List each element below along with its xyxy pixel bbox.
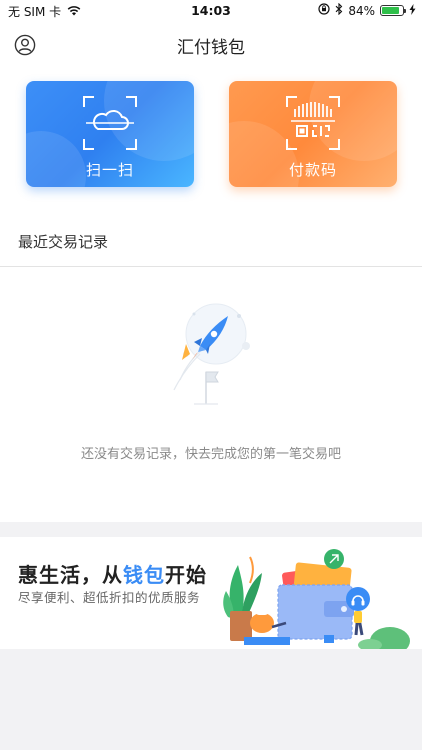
battery-percent: 84%: [348, 3, 375, 18]
scan-label: 扫一扫: [85, 161, 134, 179]
status-bar: 无 SIM 卡 14:03 84%: [0, 0, 422, 22]
nav-bar: 汇付钱包: [0, 22, 422, 66]
scan-cloud-icon: [82, 95, 138, 151]
status-right: 84%: [318, 2, 416, 18]
pay-code-button[interactable]: 付款码: [229, 81, 397, 187]
promo-title: 惠生活，从钱包开始: [18, 559, 207, 588]
divider: [0, 266, 422, 267]
charging-icon: [409, 3, 416, 18]
promo-banner[interactable]: 惠生活，从钱包开始 尽享便利、超低折扣的优质服务: [0, 537, 422, 655]
battery-level: [382, 7, 399, 14]
pay-code-icon: [285, 95, 341, 151]
promo-title-highlight: 钱包: [123, 563, 165, 587]
empty-state-text: 还没有交易记录，快去完成您的第一笔交易吧: [80, 447, 341, 462]
page-title: 汇付钱包: [177, 38, 245, 58]
scan-button[interactable]: 扫一扫: [26, 81, 194, 187]
orientation-lock-icon: [318, 3, 330, 18]
rocket-flag-icon: [158, 294, 264, 410]
recent-transactions-title: 最近交易记录: [18, 233, 109, 251]
pay-code-label: 付款码: [288, 161, 337, 179]
bluetooth-icon: [335, 2, 343, 18]
promo-title-suffix: 开始: [165, 563, 207, 587]
battery-icon: [380, 5, 406, 16]
wallet-lifestyle-illustration: [220, 543, 410, 655]
promo-subtitle: 尽享便利、超低折扣的优质服务: [18, 590, 201, 605]
promo-title-prefix: 惠生活，从: [18, 563, 123, 587]
